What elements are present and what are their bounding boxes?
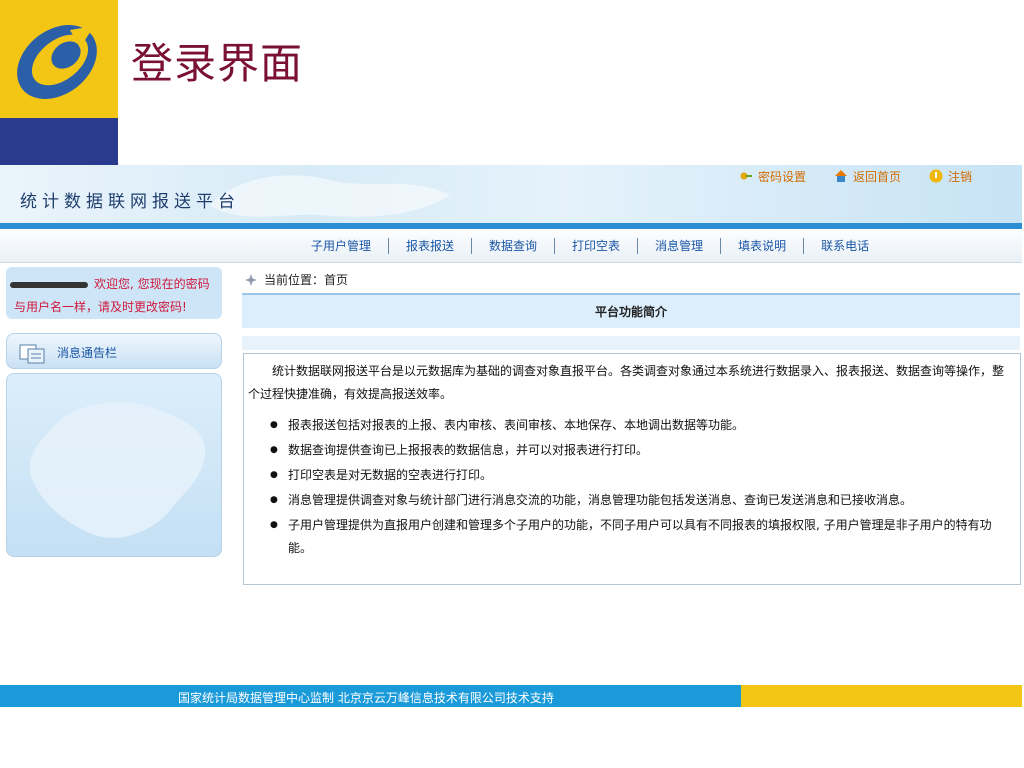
- feature-list: 报表报送包括对报表的上报、表内审核、表间审核、本地保存、本地调出数据等功能。 数…: [270, 414, 1014, 562]
- return-home-label: 返回首页: [852, 169, 901, 184]
- return-home-link[interactable]: 返回首页: [834, 168, 901, 185]
- password-settings-link[interactable]: 密码设置: [739, 168, 806, 185]
- main-nav: 子用户管理 报表报送 数据查询 打印空表 消息管理 填表说明 联系电话: [0, 229, 1022, 263]
- section-title-bar: 平台功能简介: [242, 293, 1020, 328]
- feature-item-query: 数据查询提供查询已上报报表的数据信息，并可以对报表进行打印。: [270, 439, 1014, 462]
- top-links: 密码设置 返回首页 注销: [739, 165, 972, 187]
- logo-icon: [17, 24, 97, 100]
- intro-paragraph: 统计数据联网报送平台是以元数据库为基础的调查对象直报平台。各类调查对象通过本系统…: [248, 364, 1005, 401]
- logo-navy-band: [0, 118, 118, 165]
- section-divider: [242, 336, 1020, 350]
- feature-item-report: 报表报送包括对报表的上报、表内审核、表间审核、本地保存、本地调出数据等功能。: [270, 414, 1014, 437]
- logo-block: [0, 0, 118, 165]
- nav-item-data-query[interactable]: 数据查询: [472, 238, 556, 254]
- nav-item-report-submit[interactable]: 报表报送: [389, 238, 473, 254]
- nav-item-fill-instructions[interactable]: 填表说明: [721, 238, 805, 254]
- message-board-panel: [6, 373, 222, 557]
- logout-link[interactable]: 注销: [929, 168, 972, 185]
- footer-credits: 国家统计局数据管理中心监制 北京京云万峰信息技术有限公司技术支持: [178, 691, 554, 705]
- china-map-watermark: [29, 402, 206, 538]
- logout-label: 注销: [947, 169, 972, 184]
- section-title: 平台功能简介: [594, 305, 667, 319]
- message-board-label: 消息通告栏: [57, 346, 118, 360]
- app-window: 统计数据联网报送平台 密码设置 返回首页 注销 子用户管理 报表报送 数据查询 …: [0, 165, 1022, 707]
- feature-item-print: 打印空表是对无数据的空表进行打印。: [270, 464, 1014, 487]
- home-icon: [834, 170, 847, 182]
- key-icon: [740, 172, 752, 180]
- platform-brand: 统计数据联网报送平台: [20, 192, 240, 212]
- header-banner: 统计数据联网报送平台 密码设置 返回首页 注销: [0, 165, 1022, 225]
- password-warning-text: 与用户名一样，请及时更改密码!: [14, 300, 187, 314]
- nav-item-message-management[interactable]: 消息管理: [638, 238, 722, 254]
- welcome-text: 欢迎您, 您现在的密码: [94, 277, 210, 291]
- breadcrumb: 当前位置：首页: [244, 271, 348, 288]
- logout-icon: [929, 169, 943, 183]
- footer-yellow-band: [741, 685, 1022, 707]
- breadcrumb-text: 当前位置：首页: [264, 273, 349, 287]
- intro-content-box: 统计数据联网报送平台是以元数据库为基础的调查对象直报平台。各类调查对象通过本系统…: [243, 353, 1021, 585]
- username-redacted: [10, 281, 88, 288]
- feature-item-message: 消息管理提供调查对象与统计部门进行消息交流的功能，消息管理功能包括发送消息、查询…: [270, 489, 1014, 512]
- footer: 国家统计局数据管理中心监制 北京京云万峰信息技术有限公司技术支持: [0, 685, 1022, 707]
- message-board-button[interactable]: 消息通告栏: [6, 333, 222, 369]
- nav-item-print-blank[interactable]: 打印空表: [555, 238, 639, 254]
- feature-item-sub-user: 子用户管理提供为直报用户创建和管理多个子用户的功能，不同子用户可以具有不同报表的…: [270, 514, 1014, 560]
- nav-item-sub-user-management[interactable]: 子用户管理: [305, 238, 390, 254]
- password-settings-label: 密码设置: [757, 169, 806, 184]
- message-board-icon: [19, 344, 45, 364]
- nav-item-contact-phone[interactable]: 联系电话: [804, 238, 869, 254]
- welcome-box: 欢迎您, 您现在的密码 与用户名一样，请及时更改密码!: [6, 267, 222, 319]
- breadcrumb-star-icon: [245, 273, 257, 286]
- slide-title: 登录界面: [131, 39, 304, 88]
